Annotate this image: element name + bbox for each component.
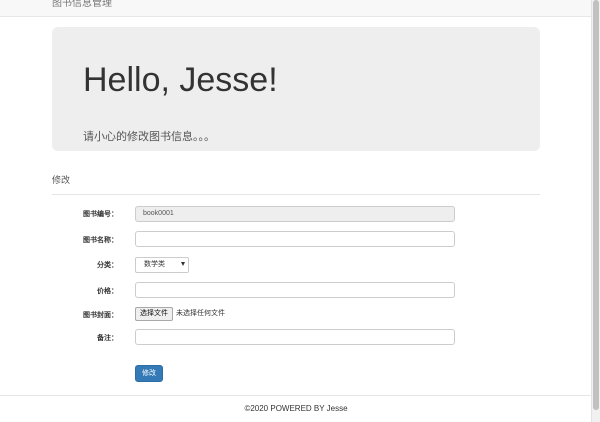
book-id-field: book0001 bbox=[135, 206, 455, 222]
note-field[interactable] bbox=[135, 329, 455, 345]
price-field[interactable] bbox=[135, 282, 455, 298]
section-title: 修改 bbox=[52, 175, 71, 185]
book-name-label: 图书名称： bbox=[83, 237, 118, 244]
note-label: 备注： bbox=[97, 335, 118, 342]
footer-divider bbox=[0, 395, 592, 396]
navbar-brand[interactable]: 图书信息管理 bbox=[52, 0, 112, 11]
choose-file-button[interactable]: 选择文件 bbox=[135, 307, 173, 321]
scrollbar-thumb[interactable] bbox=[593, 0, 599, 410]
category-select[interactable]: 数学类 bbox=[135, 257, 189, 273]
greeting-subtext: 请小心的修改图书信息。。。 bbox=[83, 131, 215, 143]
navbar: 图书信息管理 bbox=[0, 0, 592, 17]
section-divider bbox=[52, 194, 540, 195]
category-selected-value: 数学类 bbox=[144, 261, 165, 268]
cover-label: 图书封面： bbox=[83, 312, 118, 319]
vertical-scrollbar[interactable] bbox=[591, 0, 600, 422]
caret-down-icon bbox=[181, 262, 185, 266]
footer-text: ©2020 POWERED BY Jesse bbox=[244, 404, 348, 413]
price-label: 价格： bbox=[97, 288, 118, 295]
book-id-label: 图书编号： bbox=[83, 211, 118, 218]
jumbotron: Hello, Jesse! 请小心的修改图书信息。。。 bbox=[52, 27, 540, 151]
file-status-text: 未选择任何文件 bbox=[176, 310, 225, 317]
category-label: 分类： bbox=[97, 262, 118, 269]
greeting-heading: Hello, Jesse! bbox=[83, 61, 278, 99]
book-name-field[interactable] bbox=[135, 231, 455, 247]
submit-button[interactable]: 修改 bbox=[135, 365, 163, 382]
